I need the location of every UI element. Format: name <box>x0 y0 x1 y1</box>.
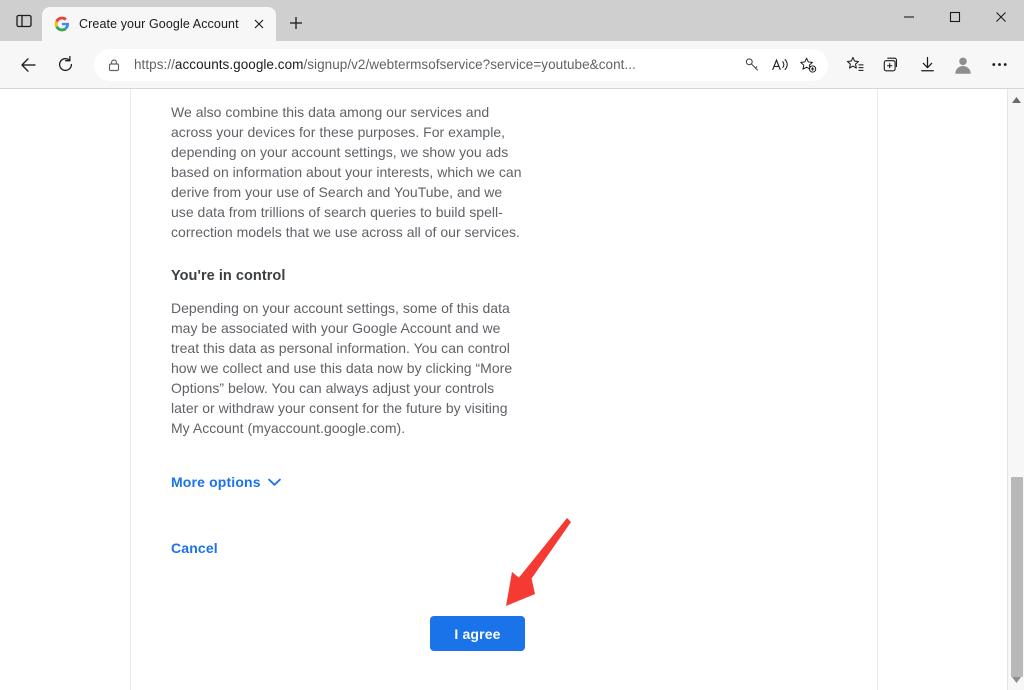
reload-button[interactable] <box>48 48 82 82</box>
page-viewport: We also combine this data among our serv… <box>0 88 1024 690</box>
url-path: /signup/v2/webtermsofservice?service=you… <box>303 57 635 72</box>
plus-icon <box>289 16 303 30</box>
cancel-button[interactable]: Cancel <box>171 540 218 556</box>
page-scrollbar[interactable] <box>1007 89 1024 690</box>
card-content: We also combine this data among our serv… <box>131 102 877 566</box>
google-g-icon <box>54 16 70 32</box>
profile-avatar-icon <box>952 54 974 76</box>
settings-ellipsis-icon <box>990 55 1009 74</box>
browser-toolbar: https://accounts.google.com/signup/v2/we… <box>0 41 1024 88</box>
tab-search-icon[interactable] <box>6 4 42 38</box>
section-heading-youre-in-control: You're in control <box>171 268 837 284</box>
chevron-down-icon <box>268 478 281 487</box>
url-scheme: https:// <box>134 57 175 72</box>
google-signup-page: We also combine this data among our serv… <box>0 89 1007 690</box>
url-host: accounts.google.com <box>175 57 304 72</box>
back-arrow-icon <box>19 55 39 75</box>
collections-button[interactable] <box>874 48 908 82</box>
downloads-icon <box>918 55 937 74</box>
profile-button[interactable] <box>946 48 980 82</box>
downloads-button[interactable] <box>910 48 944 82</box>
more-options-link[interactable]: More options <box>171 474 281 490</box>
window-minimize-button[interactable] <box>886 0 932 33</box>
address-bar[interactable]: https://accounts.google.com/signup/v2/we… <box>94 49 828 81</box>
scrollbar-thumb[interactable] <box>1011 477 1023 677</box>
action-row: Cancel <box>171 530 837 566</box>
close-icon <box>995 11 1007 23</box>
maximize-icon <box>949 11 961 23</box>
read-aloud-icon[interactable] <box>766 51 794 79</box>
favorites-button[interactable] <box>838 48 872 82</box>
window-controls <box>886 0 1024 33</box>
tab-strip: Create your Google Account <box>0 0 1024 41</box>
scrollbar-track[interactable] <box>1009 105 1023 674</box>
back-button[interactable] <box>12 48 46 82</box>
lock-icon[interactable] <box>100 51 128 79</box>
control-paragraph: Depending on your account settings, some… <box>171 298 523 438</box>
window-close-button[interactable] <box>978 0 1024 33</box>
minimize-icon <box>903 11 915 23</box>
browser-window: Create your Google Account <box>0 0 1024 690</box>
reload-icon <box>56 55 75 74</box>
collections-icon <box>882 55 901 74</box>
tab-title: Create your Google Account <box>79 17 239 31</box>
scroll-up-icon <box>1012 97 1021 103</box>
scroll-down-icon <box>1012 677 1021 683</box>
url-text[interactable]: https://accounts.google.com/signup/v2/we… <box>128 57 738 72</box>
terms-of-service-card: We also combine this data among our serv… <box>130 88 878 690</box>
more-options-label: More options <box>171 474 261 490</box>
new-tab-button[interactable] <box>281 8 311 38</box>
combine-data-paragraph: We also combine this data among our serv… <box>171 102 523 242</box>
browser-tab[interactable]: Create your Google Account <box>42 7 276 41</box>
window-maximize-button[interactable] <box>932 0 978 33</box>
add-favorite-star-icon[interactable] <box>794 51 822 79</box>
settings-button[interactable] <box>982 48 1016 82</box>
tab-close-icon[interactable] <box>248 13 270 35</box>
i-agree-button[interactable]: I agree <box>430 616 525 651</box>
key-icon[interactable] <box>738 51 766 79</box>
favorites-star-list-icon <box>846 55 865 74</box>
